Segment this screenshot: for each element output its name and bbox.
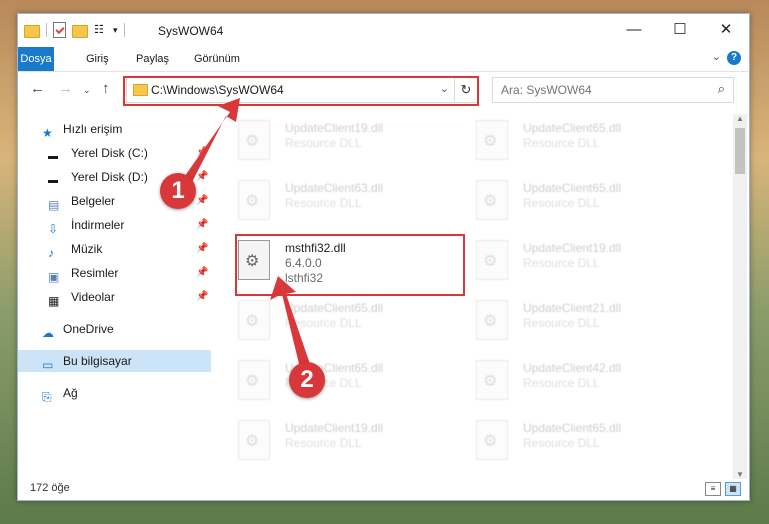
arrow-to-address [182, 98, 240, 186]
arrow-to-file [270, 276, 310, 368]
step-marker-1: 1 [160, 173, 196, 209]
annotation-arrows [182, 98, 310, 368]
step-marker-2: 2 [289, 362, 325, 398]
